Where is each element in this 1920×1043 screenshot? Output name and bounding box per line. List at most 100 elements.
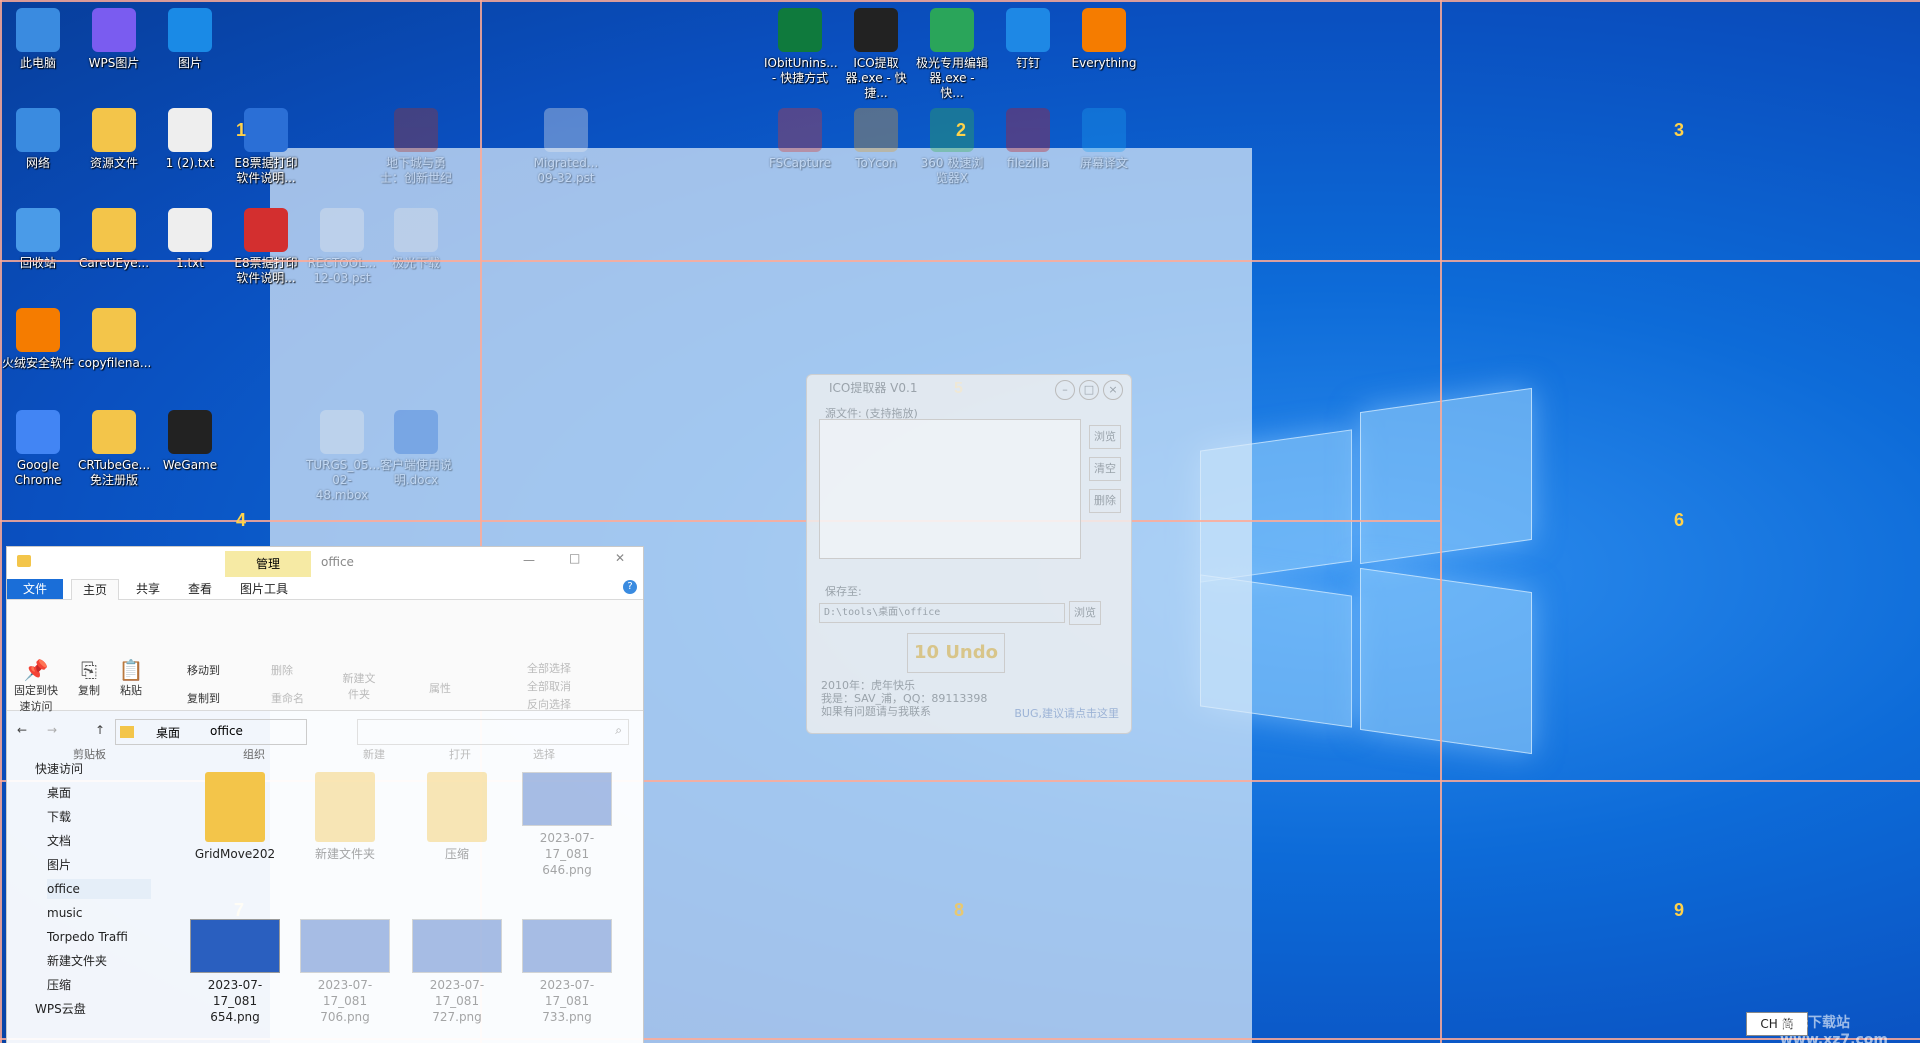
desktop-icon[interactable]: 资源文件 <box>78 108 150 171</box>
up-arrow-icon[interactable]: ↑ <box>95 723 105 737</box>
jiguang-editor-icon <box>930 8 974 52</box>
nav-item[interactable]: 新建文件夹 <box>47 951 107 971</box>
breadcrumb-desktop[interactable]: 桌面 <box>156 724 180 741</box>
wegame-icon <box>168 410 212 454</box>
browse-save-button[interactable]: 浏览 <box>1069 601 1101 625</box>
copy-to-button[interactable]: 复制到 <box>187 690 220 706</box>
back-arrow-icon[interactable]: ← <box>17 723 27 737</box>
desktop-icon[interactable]: ICO提取器.exe - 快捷... <box>840 8 912 101</box>
desktop-icon[interactable]: TURGS_05... 02-48.mbox <box>306 410 380 503</box>
desktop-icon[interactable]: filezilla <box>992 108 1064 171</box>
desktop-icon[interactable]: Google Chrome <box>2 410 74 488</box>
tab-file[interactable]: 文件 <box>7 579 63 599</box>
file-item[interactable]: GridMove202 <box>189 772 281 862</box>
delete-button[interactable]: 删除 <box>1089 489 1121 513</box>
rename-button[interactable]: 重命名 <box>271 690 304 706</box>
pin-quick-access-button[interactable]: 📌 固定到快速访问 <box>11 658 61 714</box>
select-none-button[interactable]: 全部取消 <box>527 678 571 694</box>
desktop-icon[interactable]: 火绒安全软件 <box>2 308 74 371</box>
desktop-icon[interactable]: FSCapture <box>764 108 836 171</box>
search-input[interactable]: ⌕ <box>357 719 629 745</box>
manage-tab[interactable]: 管理 <box>225 551 311 577</box>
close-icon[interactable]: ✕ <box>615 551 625 565</box>
group-open-label: 打开 <box>449 748 471 761</box>
nav-item[interactable]: office <box>47 879 151 899</box>
tab-share[interactable]: 共享 <box>125 579 171 599</box>
ico-extractor-dialog[interactable]: ICO提取器 V0.1 – □ × 源文件: (支持拖放) 浏览 清空 删除 保… <box>806 374 1132 734</box>
nav-item[interactable]: WPS云盘 <box>35 999 86 1019</box>
desktop-icon[interactable]: 极光专用编辑器.exe - 快... <box>916 8 988 101</box>
desktop-icon[interactable]: Migrated... 09-32.pst <box>530 108 602 186</box>
desktop-icon[interactable]: CRTubeGe... 免注册版 <box>78 410 150 488</box>
nav-item[interactable]: 下载 <box>47 807 71 827</box>
desktop-icon[interactable]: 1 (2).txt <box>154 108 226 171</box>
desktop-icon[interactable]: 360 极速浏览器X <box>916 108 988 186</box>
nav-item[interactable]: 压缩 <box>47 975 71 995</box>
source-file-list[interactable] <box>819 419 1081 559</box>
move-to-button[interactable]: 移动到 <box>187 662 220 678</box>
copy-button[interactable]: ⎘ 复制 <box>71 658 107 698</box>
tab-view[interactable]: 查看 <box>177 579 223 599</box>
zone-number-2: 2 <box>956 120 967 140</box>
nav-item[interactable]: 快速访问 <box>35 759 83 779</box>
browse-button[interactable]: 浏览 <box>1089 425 1121 449</box>
desktop-icon[interactable]: RECTOOL... 12-03.pst <box>306 208 378 286</box>
desktop-icon[interactable]: Everything <box>1068 8 1140 71</box>
help-icon[interactable]: ? <box>623 580 637 594</box>
file-item[interactable]: 新建文件夹 <box>299 772 391 862</box>
desktop-icon[interactable]: 客户端使用说明.docx <box>380 410 452 488</box>
properties-button[interactable]: 属性 <box>429 680 451 696</box>
desktop-icon[interactable]: 地下城与勇士：创新世纪 <box>380 108 452 186</box>
nav-item[interactable]: Torpedo Traffi <box>47 927 128 947</box>
nav-item[interactable]: 桌面 <box>47 783 71 803</box>
desktop-icon[interactable]: 网络 <box>2 108 74 171</box>
paste-button[interactable]: 📋 粘贴 <box>113 658 149 698</box>
clear-button[interactable]: 清空 <box>1089 457 1121 481</box>
file-item[interactable]: 2023-07-17_081 646.png <box>521 772 613 878</box>
desktop-icon[interactable]: WeGame <box>154 410 226 473</box>
desktop-icon-label: 1.txt <box>176 256 204 270</box>
nav-item[interactable]: 文档 <box>47 831 71 851</box>
desktop-icon[interactable]: copyfilena... <box>78 308 151 371</box>
minimize-icon[interactable]: — <box>523 553 535 567</box>
desktop-icon[interactable]: IObitUnins... - 快捷方式 <box>764 8 838 86</box>
desktop-icon[interactable]: 图片 <box>154 8 226 71</box>
desktop-icon-label: CareUEye... <box>78 256 150 270</box>
maximize-icon[interactable]: □ <box>569 551 580 565</box>
desktop-icon[interactable]: ToYcon <box>840 108 912 171</box>
desktop-icon[interactable]: 屏幕译文 <box>1068 108 1140 171</box>
tab-picture-tools[interactable]: 图片工具 <box>229 579 299 599</box>
file-item[interactable]: 2023-07-17_081 654.png <box>189 919 281 1025</box>
explorer-titlebar[interactable]: 管理 office — □ ✕ <box>7 547 643 577</box>
file-explorer-window[interactable]: 管理 office — □ ✕ 文件 主页 共享 查看 图片工具 ? 📌 固定到快… <box>6 546 644 1043</box>
undo-button[interactable]: 10 Undo <box>907 633 1005 673</box>
select-all-button[interactable]: 全部选择 <box>527 660 571 676</box>
file-item[interactable]: 压缩 <box>411 772 503 862</box>
nav-item[interactable]: music <box>47 903 82 923</box>
word-doc-icon <box>394 410 438 454</box>
file-item[interactable]: 2023-07-17_081 727.png <box>411 919 503 1025</box>
delete-button[interactable]: 删除 <box>271 662 293 678</box>
minimize-icon[interactable]: – <box>1055 380 1075 400</box>
new-folder-button[interactable]: 新建文件夹 <box>341 670 377 702</box>
folder-icon <box>120 726 134 738</box>
close-icon[interactable]: × <box>1103 380 1123 400</box>
forward-arrow-icon[interactable]: → <box>47 723 57 737</box>
file-item[interactable]: 2023-07-17_081 706.png <box>299 919 391 1025</box>
maximize-icon[interactable]: □ <box>1079 380 1099 400</box>
desktop-icon[interactable]: 此电脑 <box>2 8 74 71</box>
tab-home[interactable]: 主页 <box>71 579 119 600</box>
breadcrumb-office[interactable]: office <box>210 724 243 738</box>
ico-extractor-icon <box>854 8 898 52</box>
desktop-icon[interactable]: E8票据打印软件说明... <box>230 208 302 286</box>
bug-report-link[interactable]: BUG,建议请点击这里 <box>1014 705 1119 721</box>
file-name: 2023-07-17_081 733.png <box>539 978 595 1024</box>
group-select-label: 选择 <box>533 748 555 761</box>
save-path-input[interactable]: D:\tools\桌面\office <box>819 603 1065 623</box>
desktop-icon[interactable]: WPS图片 <box>78 8 150 71</box>
nav-item[interactable]: 图片 <box>47 855 71 875</box>
address-bar[interactable]: 桌面 office <box>115 719 307 745</box>
desktop-icon[interactable]: 钉钉 <box>992 8 1064 71</box>
invert-selection-button[interactable]: 反向选择 <box>527 696 571 712</box>
file-item[interactable]: 2023-07-17_081 733.png <box>521 919 613 1025</box>
